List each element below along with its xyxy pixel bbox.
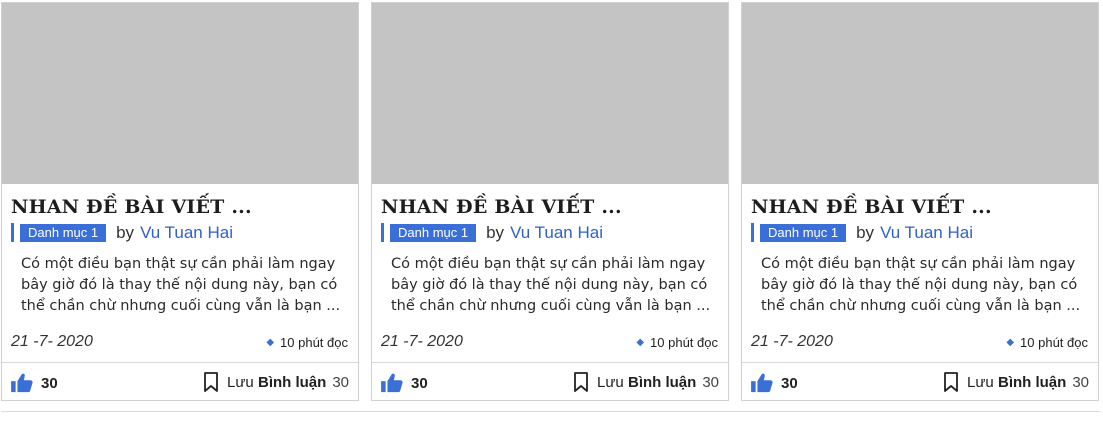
comment-count: 30 [702, 374, 719, 391]
diamond-dot-icon: ◆ [636, 337, 645, 348]
save-button[interactable]: Lưu [204, 372, 254, 392]
article-card[interactable]: NHAN ĐỀ BÀI VIẾT ... Danh mục 1 by Vu Tu… [1, 2, 359, 401]
by-label: by [856, 222, 875, 242]
comment-count: 30 [1072, 374, 1089, 391]
author-link[interactable]: Vu Tuan Hai [880, 223, 973, 243]
read-time-label: 10 phút đọc [280, 335, 348, 350]
like-button[interactable]: 30 [381, 373, 428, 393]
category-badge[interactable]: Danh mục 1 [760, 223, 847, 242]
save-label: Lưu [227, 373, 254, 391]
article-meta: Danh mục 1 by Vu Tuan Hai [381, 223, 603, 242]
read-time: ◆ 10 phút đọc [636, 335, 718, 350]
by-label: by [116, 222, 135, 242]
read-time: ◆ 10 phút đọc [266, 335, 348, 350]
article-meta: Danh mục 1 by Vu Tuan Hai [11, 223, 233, 242]
bookmark-icon [204, 372, 218, 392]
diamond-dot-icon: ◆ [266, 337, 275, 348]
article-card[interactable]: NHAN ĐỀ BÀI VIẾT ... Danh mục 1 by Vu Tu… [741, 2, 1099, 401]
bookmark-icon [574, 372, 588, 392]
category-badge[interactable]: Danh mục 1 [20, 223, 107, 242]
article-excerpt: Có một điều bạn thật sự cần phải làm nga… [21, 256, 341, 314]
thumbs-up-icon [381, 373, 403, 393]
read-time-label: 10 phút đọc [1020, 335, 1088, 350]
save-button[interactable]: Lưu [574, 372, 624, 392]
read-time-label: 10 phút đọc [650, 335, 718, 350]
thumbs-up-icon [751, 373, 773, 393]
comment-label: Bình luận [257, 374, 327, 391]
bookmark-icon [944, 372, 958, 392]
publish-date: 21 -7- 2020 [11, 333, 93, 350]
like-count: 30 [41, 374, 58, 392]
comment-button[interactable]: Bình luận 30 [998, 374, 1089, 391]
comment-label: Bình luận [627, 374, 697, 391]
category-accent-bar [751, 223, 754, 242]
category-badge[interactable]: Danh mục 1 [390, 223, 477, 242]
save-label: Lưu [967, 373, 994, 391]
save-label: Lưu [597, 373, 624, 391]
thumbs-up-icon [11, 373, 33, 393]
category-accent-bar [11, 223, 14, 242]
like-count: 30 [411, 374, 428, 392]
like-button[interactable]: 30 [11, 373, 58, 393]
article-meta: Danh mục 1 by Vu Tuan Hai [751, 223, 973, 242]
card-divider [742, 362, 1098, 363]
comment-count: 30 [332, 374, 349, 391]
read-time: ◆ 10 phút đọc [1006, 335, 1088, 350]
article-card-grid: NHAN ĐỀ BÀI VIẾT ... Danh mục 1 by Vu Tu… [1, 2, 1101, 402]
article-thumbnail[interactable] [2, 3, 358, 184]
author-link[interactable]: Vu Tuan Hai [140, 223, 233, 243]
comment-button[interactable]: Bình luận 30 [628, 374, 719, 391]
section-divider [1, 411, 1101, 412]
card-divider [372, 362, 728, 363]
article-title[interactable]: NHAN ĐỀ BÀI VIẾT ... [381, 196, 622, 218]
publish-date: 21 -7- 2020 [751, 333, 833, 350]
article-card[interactable]: NHAN ĐỀ BÀI VIẾT ... Danh mục 1 by Vu Tu… [371, 2, 729, 401]
save-button[interactable]: Lưu [944, 372, 994, 392]
article-title[interactable]: NHAN ĐỀ BÀI VIẾT ... [11, 196, 252, 218]
like-count: 30 [781, 374, 798, 392]
publish-date: 21 -7- 2020 [381, 333, 463, 350]
article-thumbnail[interactable] [742, 3, 1098, 184]
by-label: by [486, 222, 505, 242]
comment-button[interactable]: Bình luận 30 [258, 374, 349, 391]
article-title[interactable]: NHAN ĐỀ BÀI VIẾT ... [751, 196, 992, 218]
article-thumbnail[interactable] [372, 3, 728, 184]
category-accent-bar [381, 223, 384, 242]
article-excerpt: Có một điều bạn thật sự cần phải làm nga… [761, 256, 1081, 314]
article-excerpt: Có một điều bạn thật sự cần phải làm nga… [391, 256, 711, 314]
like-button[interactable]: 30 [751, 373, 798, 393]
author-link[interactable]: Vu Tuan Hai [510, 223, 603, 243]
diamond-dot-icon: ◆ [1006, 337, 1015, 348]
comment-label: Bình luận [997, 374, 1067, 391]
card-divider [2, 362, 358, 363]
